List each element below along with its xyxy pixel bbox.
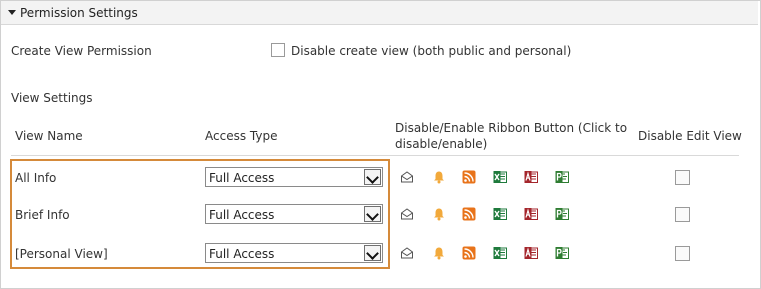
disable-edit-view-checkbox[interactable] <box>675 207 690 222</box>
access-type-select[interactable]: Full Access <box>205 243 383 263</box>
chevron-down-icon[interactable] <box>364 245 381 261</box>
view-settings-title: View Settings <box>11 91 93 105</box>
chevron-down-icon[interactable] <box>364 169 381 185</box>
access-icon[interactable] <box>524 170 538 184</box>
rss-feed-icon[interactable] <box>462 207 476 221</box>
disable-create-view-checkbox[interactable] <box>271 43 285 57</box>
email-icon[interactable] <box>400 170 414 184</box>
header-divider <box>11 155 739 156</box>
access-type-select[interactable]: Full Access <box>205 204 383 224</box>
project-icon[interactable] <box>555 246 569 260</box>
column-header-ribbon-line2: disable/enable) <box>395 137 488 151</box>
column-header-ribbon-line1: Disable/Enable Ribbon Button (Click to <box>395 121 628 135</box>
access-type-value: Full Access <box>209 171 275 185</box>
chevron-down-icon[interactable] <box>364 206 381 222</box>
column-header-disable-edit-view: Disable Edit View <box>638 129 742 143</box>
access-icon[interactable] <box>524 207 538 221</box>
project-icon[interactable] <box>555 207 569 221</box>
column-header-view-name: View Name <box>15 129 83 143</box>
disable-edit-view-checkbox[interactable] <box>675 170 690 185</box>
access-type-value: Full Access <box>209 247 275 261</box>
create-view-permission-label: Create View Permission <box>11 44 152 58</box>
disable-create-view-label[interactable]: Disable create view (both public and per… <box>291 44 571 58</box>
view-name: Brief Info <box>15 208 70 222</box>
alert-bell-icon[interactable] <box>432 246 446 260</box>
access-type-value: Full Access <box>209 208 275 222</box>
access-icon[interactable] <box>524 246 538 260</box>
excel-icon[interactable] <box>493 170 507 184</box>
rss-feed-icon[interactable] <box>462 246 476 260</box>
column-header-access-type: Access Type <box>205 129 278 143</box>
view-name: [Personal View] <box>15 247 108 261</box>
view-name: All Info <box>15 171 57 185</box>
disable-edit-view-checkbox[interactable] <box>675 246 690 261</box>
email-icon[interactable] <box>400 207 414 221</box>
section-header[interactable]: Permission Settings <box>1 1 758 25</box>
alert-bell-icon[interactable] <box>432 170 446 184</box>
excel-icon[interactable] <box>493 246 507 260</box>
access-type-select[interactable]: Full Access <box>205 167 383 187</box>
excel-icon[interactable] <box>493 207 507 221</box>
rss-feed-icon[interactable] <box>462 170 476 184</box>
alert-bell-icon[interactable] <box>432 207 446 221</box>
collapse-triangle-icon[interactable] <box>8 10 16 15</box>
project-icon[interactable] <box>555 170 569 184</box>
section-title: Permission Settings <box>20 6 138 20</box>
email-icon[interactable] <box>400 246 414 260</box>
